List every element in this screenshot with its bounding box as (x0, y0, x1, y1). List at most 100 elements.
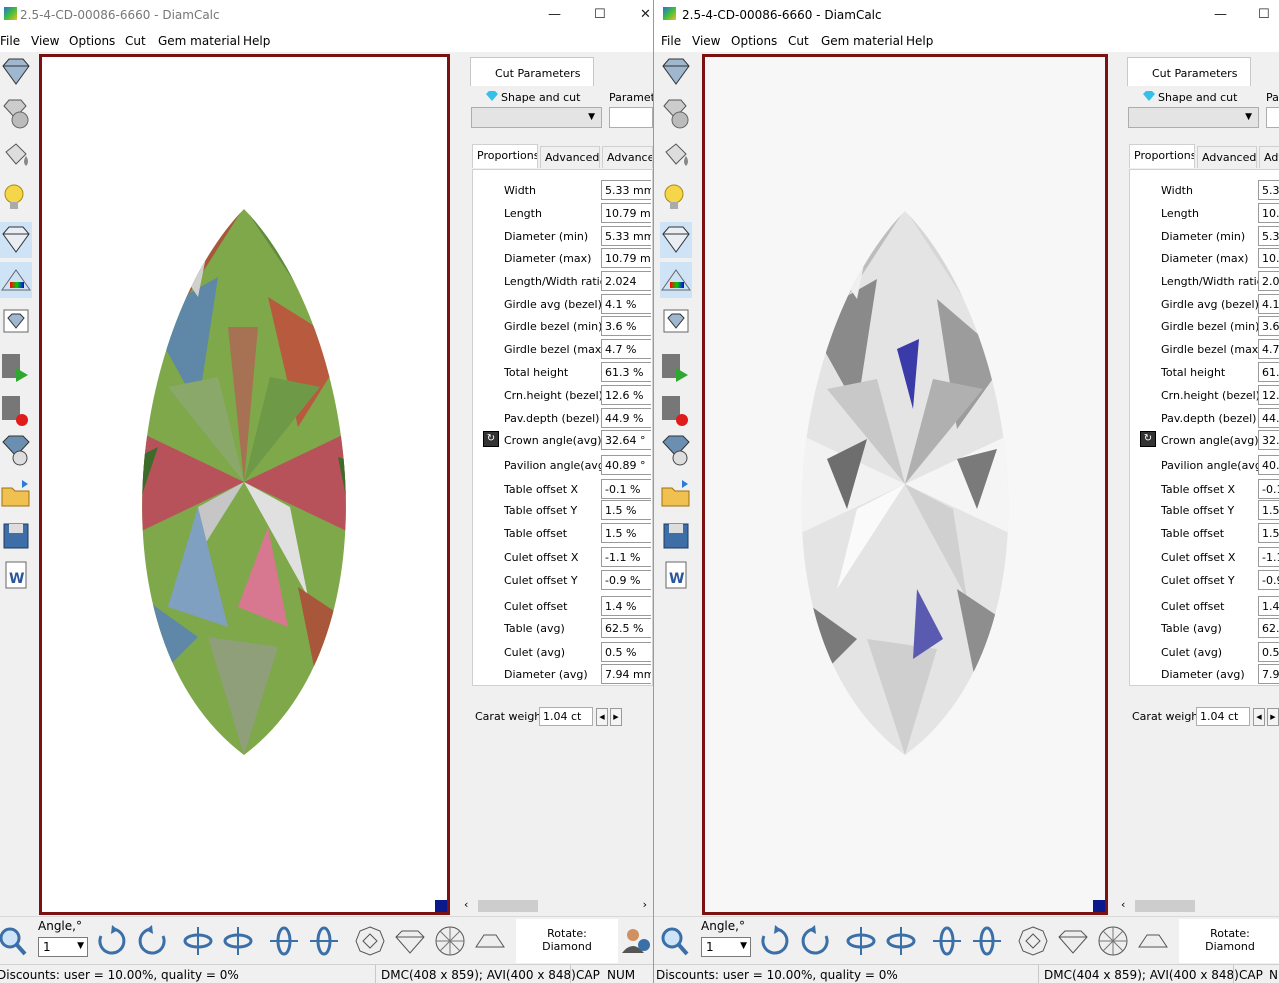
tab-proportions[interactable]: Proportions (1129, 144, 1195, 168)
property-value-input[interactable]: 4.7 (1258, 339, 1279, 359)
property-value-input[interactable]: 10.7 (1258, 203, 1279, 223)
rotate-x-down-icon[interactable] (308, 925, 340, 957)
menu-help[interactable]: Help (906, 34, 933, 48)
carat-decrease-button[interactable]: ◀ (596, 708, 608, 726)
menu-view[interactable]: View (31, 34, 59, 48)
diamond-photo-icon[interactable] (0, 304, 32, 340)
property-value-input[interactable]: 1.5 (1258, 500, 1279, 520)
tab-advanced[interactable]: Advanced (540, 146, 600, 168)
paint-bucket-icon[interactable] (0, 138, 32, 174)
property-value-input[interactable]: 32.6 (1258, 430, 1279, 450)
profile-view-icon[interactable] (1137, 925, 1169, 957)
rotate-y-left-icon[interactable] (845, 925, 877, 957)
open-folder-icon[interactable] (0, 476, 32, 512)
property-value-input[interactable]: 4.1 % (601, 294, 651, 314)
diamond-render-icon[interactable] (660, 222, 692, 258)
light-bulb-icon[interactable] (660, 180, 692, 216)
bottom-view-icon[interactable] (1097, 925, 1129, 957)
property-value-input[interactable]: 1.5 (1258, 523, 1279, 543)
tab-advanced-2[interactable]: Adv (1259, 146, 1279, 168)
property-value-input[interactable]: 5.33 (1258, 180, 1279, 200)
scroll-thumb[interactable] (478, 900, 538, 912)
bottom-view-icon[interactable] (434, 925, 466, 957)
crown-angle-lock-icon[interactable]: ↻ (483, 431, 499, 447)
menu-view[interactable]: View (692, 34, 720, 48)
menu-gem-material[interactable]: Gem material (821, 34, 903, 48)
maximize-icon[interactable]: ☐ (594, 7, 606, 22)
tab-cut-parameters[interactable]: Cut Parameters (1127, 57, 1251, 86)
video-record-icon[interactable] (0, 392, 32, 428)
property-value-input[interactable]: 44.9 % (601, 408, 651, 428)
property-value-input[interactable]: 12.6 % (601, 385, 651, 405)
light-bulb-icon[interactable] (0, 180, 32, 216)
video-record-icon[interactable] (660, 392, 692, 428)
property-value-input[interactable]: 3.6 % (601, 316, 651, 336)
property-value-input[interactable]: 61.3 (1258, 362, 1279, 382)
property-value-input[interactable]: 62.5 % (601, 618, 651, 638)
save-disk-icon[interactable] (0, 518, 32, 554)
scroll-left-icon[interactable]: ‹ (1121, 898, 1125, 911)
property-value-input[interactable]: -0.1 (1258, 479, 1279, 499)
rotate-x-down-icon[interactable] (971, 925, 1003, 957)
close-icon[interactable]: ✕ (640, 7, 651, 22)
rotate-ccw-icon[interactable] (136, 925, 168, 957)
rotate-x-up-icon[interactable] (268, 925, 300, 957)
property-value-input[interactable]: 0.5 % (601, 642, 651, 662)
rotate-cw-icon[interactable] (759, 925, 791, 957)
gem-sphere-icon[interactable] (660, 96, 692, 132)
property-value-input[interactable]: 1.5 % (601, 500, 651, 520)
property-value-input[interactable]: 44.9 (1258, 408, 1279, 428)
crown-angle-lock-icon[interactable]: ↻ (1140, 431, 1156, 447)
property-value-input[interactable]: 5.33 mm (601, 180, 651, 200)
diamond-view-icon[interactable] (660, 54, 692, 90)
rotate-cw-icon[interactable] (96, 925, 128, 957)
property-value-input[interactable]: 4.7 % (601, 339, 651, 359)
carat-decrease-button[interactable]: ◀ (1253, 708, 1265, 726)
tab-advanced-2[interactable]: Advance (602, 146, 653, 168)
property-value-input[interactable]: 1.4 % (601, 596, 651, 616)
property-value-input[interactable]: 61.3 % (601, 362, 651, 382)
minimize-icon[interactable]: — (548, 7, 561, 22)
open-folder-icon[interactable] (660, 476, 692, 512)
property-value-input[interactable]: 40.89 ° (601, 455, 651, 475)
magnifier-icon[interactable] (658, 925, 690, 957)
scroll-right-icon[interactable]: › (643, 898, 647, 911)
tab-cut-parameters[interactable]: Cut Parameters (470, 57, 594, 86)
magnifier-icon[interactable] (0, 925, 28, 957)
property-value-input[interactable]: 32.64 ° (601, 430, 651, 450)
property-value-input[interactable]: 3.6 (1258, 316, 1279, 336)
property-value-input[interactable]: -0.1 % (601, 479, 651, 499)
spectrum-icon[interactable] (0, 262, 32, 298)
menu-help[interactable]: Help (243, 34, 270, 48)
property-value-input[interactable]: 0.5 (1258, 642, 1279, 662)
video-play-icon[interactable] (660, 350, 692, 386)
property-value-input[interactable]: 40.8 (1258, 455, 1279, 475)
parameters-select[interactable] (609, 107, 653, 128)
property-value-input[interactable]: 62.5 (1258, 618, 1279, 638)
property-value-input[interactable]: 1.4 (1258, 596, 1279, 616)
property-value-input[interactable]: -1.1 % (601, 547, 651, 567)
diamond-view-icon[interactable] (0, 54, 32, 90)
property-value-input[interactable]: 2.024 (601, 271, 651, 291)
carat-increase-button[interactable]: ▶ (610, 708, 622, 726)
top-view-icon[interactable] (1017, 925, 1049, 957)
panel-horizontal-scrollbar[interactable]: ‹ (1119, 898, 1279, 914)
tab-proportions[interactable]: Proportions (472, 144, 538, 168)
save-disk-icon[interactable] (660, 518, 692, 554)
menu-gem-material[interactable]: Gem material (158, 34, 240, 48)
property-value-input[interactable]: 2.02 (1258, 271, 1279, 291)
carat-increase-button[interactable]: ▶ (1267, 708, 1279, 726)
property-value-input[interactable]: -0.9 (1258, 570, 1279, 590)
rotate-y-right-icon[interactable] (885, 925, 917, 957)
rotate-x-up-icon[interactable] (931, 925, 963, 957)
carat-weight-input[interactable]: 1.04 ct (539, 707, 593, 726)
maximize-icon[interactable]: ☐ (1258, 7, 1270, 22)
property-value-input[interactable]: 5.33 mm (601, 226, 651, 246)
side-view-icon[interactable] (394, 925, 426, 957)
tab-advanced[interactable]: Advanced (1197, 146, 1257, 168)
panel-horizontal-scrollbar[interactable]: ‹ › (462, 898, 649, 914)
property-value-input[interactable]: 10.7 (1258, 248, 1279, 268)
diamond-viewport[interactable] (39, 54, 450, 915)
menu-file[interactable]: File (0, 34, 20, 48)
rotate-mode-display[interactable]: Rotate: Diamond (1179, 919, 1279, 963)
